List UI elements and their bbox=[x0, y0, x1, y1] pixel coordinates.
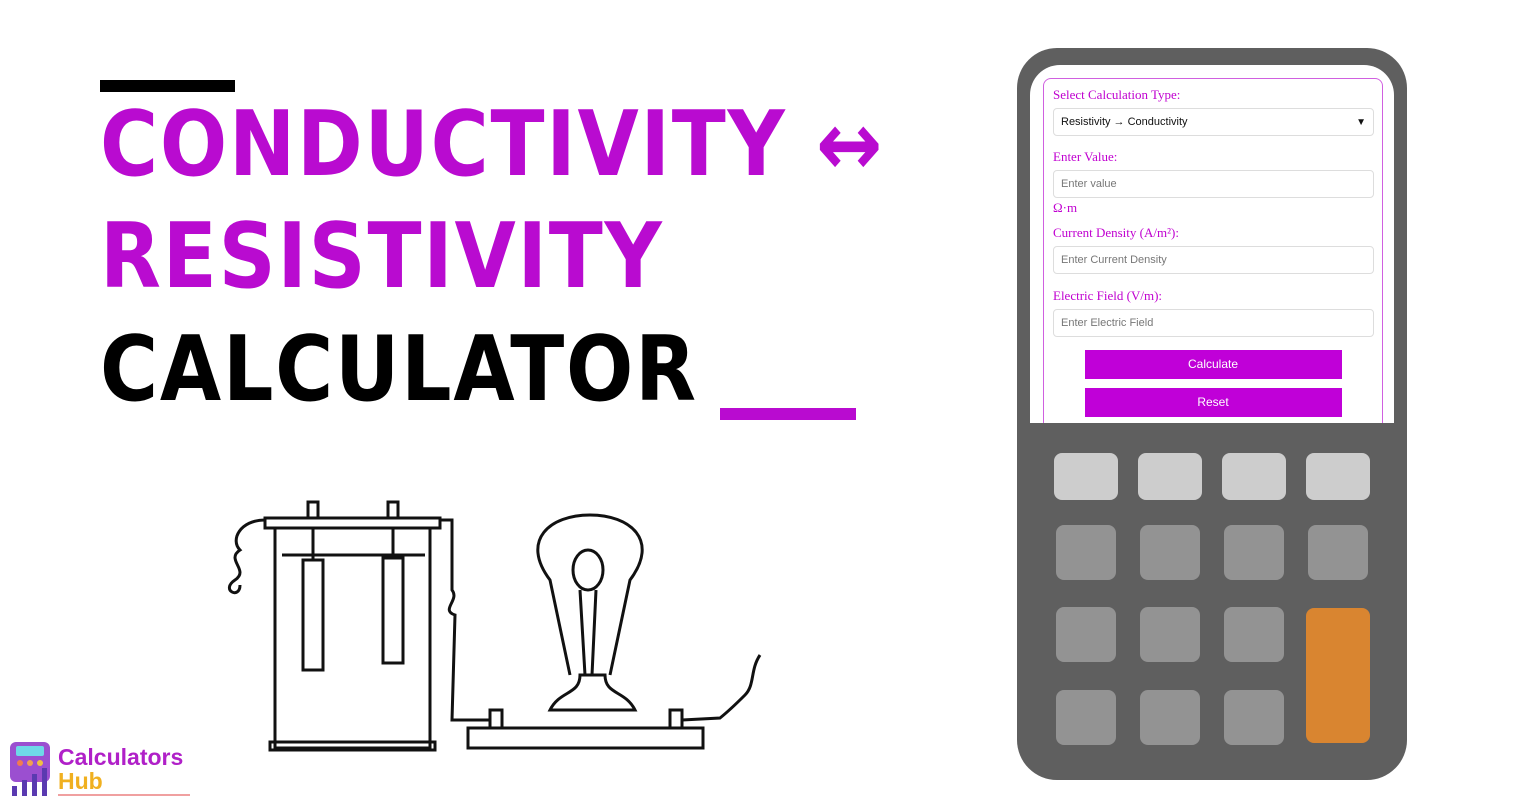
calculator-key bbox=[1224, 525, 1284, 580]
circuit-illustration bbox=[227, 500, 762, 752]
title-line-1: CONDUCTIVITY ↔ bbox=[100, 92, 885, 197]
calculation-type-select[interactable]: Resistivity → Conductivity ▼ bbox=[1053, 108, 1374, 136]
decor-bar-bottom bbox=[720, 408, 856, 420]
field-label: Electric Field (V/m): bbox=[1053, 288, 1163, 303]
calculator-key bbox=[1056, 607, 1116, 662]
value-label: Enter Value: bbox=[1053, 149, 1118, 164]
current-density-input[interactable]: Enter Current Density bbox=[1053, 246, 1374, 274]
calculator-key bbox=[1308, 525, 1368, 580]
calculator-key bbox=[1056, 690, 1116, 745]
select-value: Resistivity → Conductivity bbox=[1061, 116, 1188, 128]
logo-underline bbox=[58, 794, 190, 796]
electric-field-input[interactable]: Enter Electric Field bbox=[1053, 309, 1374, 337]
title-line-3: CALCULATOR bbox=[100, 317, 698, 422]
calculator-key bbox=[1224, 690, 1284, 745]
calculator-key bbox=[1224, 607, 1284, 662]
type-label: Select Calculation Type: bbox=[1053, 87, 1181, 102]
value-input[interactable]: Enter value bbox=[1053, 170, 1374, 198]
logo-text-1: Calculators bbox=[58, 744, 184, 770]
calculator-form: Select Calculation Type: Resistivity → C… bbox=[1043, 78, 1383, 423]
calculator-key bbox=[1222, 453, 1286, 500]
density-label: Current Density (A/m²): bbox=[1053, 225, 1179, 240]
calculate-button[interactable]: Calculate bbox=[1084, 350, 1342, 379]
reset-button[interactable]: Reset bbox=[1084, 388, 1342, 417]
unit-label: Ω·m bbox=[1053, 200, 1078, 215]
logo-text-2: Hub bbox=[58, 768, 103, 794]
calculator-key bbox=[1056, 525, 1116, 580]
calculator-key bbox=[1140, 690, 1200, 745]
chevron-down-icon: ▼ bbox=[1356, 116, 1366, 128]
calculator-key bbox=[1306, 453, 1370, 500]
title-line-2: RESISTIVITY bbox=[100, 204, 664, 309]
calculator-screen: Select Calculation Type: Resistivity → C… bbox=[1030, 65, 1394, 423]
logo: Calculators Hub bbox=[8, 740, 193, 798]
calculator-key bbox=[1054, 453, 1118, 500]
calculator-key bbox=[1306, 608, 1370, 743]
logo-calculator-icon bbox=[10, 742, 50, 796]
calculator-key bbox=[1138, 453, 1202, 500]
calculator-key bbox=[1140, 525, 1200, 580]
decor-bar-top bbox=[100, 80, 235, 92]
calculator-key bbox=[1140, 607, 1200, 662]
